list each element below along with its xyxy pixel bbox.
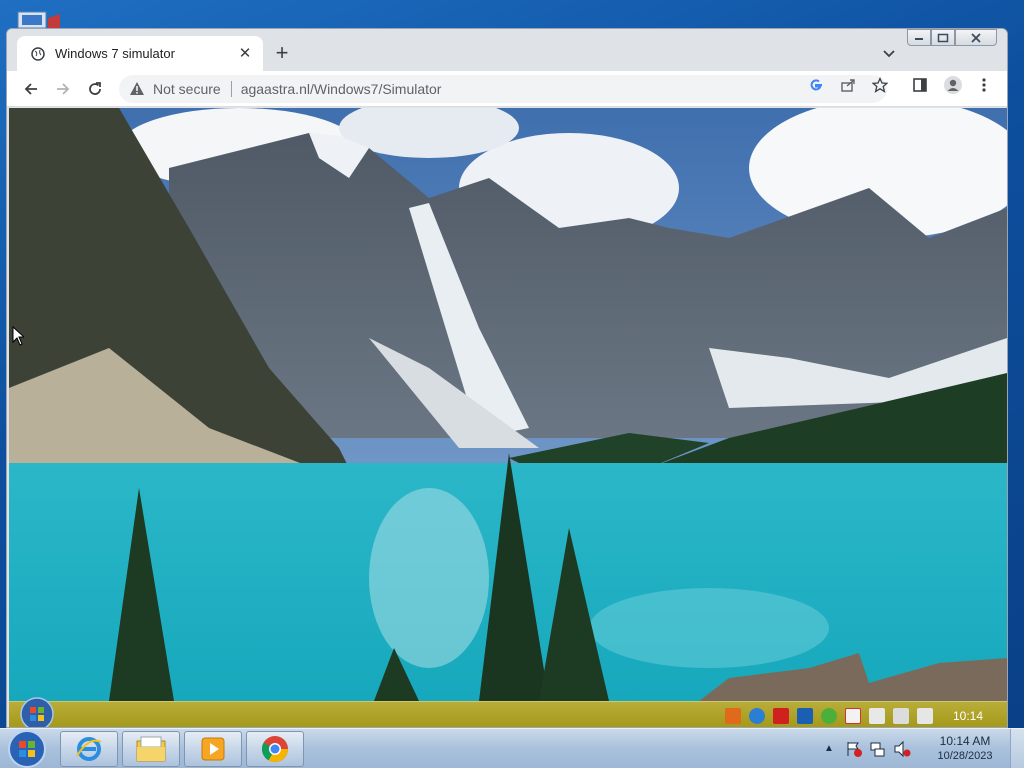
computer-desktop-icon[interactable]: [14, 8, 62, 30]
minimize-icon: [915, 37, 923, 40]
browser-window: Windows 7 simulator ✕ + Not secure agaas…: [6, 28, 1008, 728]
back-arrow-icon: [24, 83, 37, 95]
internet-explorer-icon: [76, 737, 102, 761]
media-player-icon: [201, 737, 225, 761]
start-orb-icon: [8, 730, 46, 768]
address-bar[interactable]: Not secure agaastra.nl/Windows7/Simulato…: [119, 75, 887, 103]
folder-icon: [136, 736, 166, 762]
device-icon[interactable]: [868, 708, 885, 724]
profile-icon[interactable]: [943, 75, 963, 95]
mouse-cursor-icon: [12, 326, 24, 346]
clock-time: 10:14 AM: [939, 734, 991, 748]
maximize-button[interactable]: [931, 29, 955, 46]
start-button[interactable]: [4, 729, 50, 768]
ie-icon[interactable]: [748, 708, 765, 724]
action-center-flag-icon[interactable]: [845, 740, 863, 758]
network-icon[interactable]: [869, 740, 887, 758]
taskbar-clock[interactable]: 10:14 AM 10/28/2023: [920, 734, 1010, 764]
back-button[interactable]: [19, 77, 43, 101]
flag-icon[interactable]: [844, 708, 861, 724]
show-desktop-button[interactable]: [1010, 729, 1024, 768]
not-secure-label[interactable]: Not secure: [153, 81, 221, 97]
taskbar-media-player[interactable]: [184, 731, 242, 767]
warning-icon[interactable]: [129, 81, 145, 97]
show-hidden-icons-icon[interactable]: ▲: [822, 742, 836, 756]
close-icon: [971, 32, 981, 43]
forward-button[interactable]: [51, 77, 75, 101]
browser-toolbar: Not secure agaastra.nl/Windows7/Simulato…: [7, 71, 1007, 107]
window-controls: [907, 29, 997, 47]
new-tab-button[interactable]: +: [269, 41, 295, 67]
share-icon[interactable]: [840, 77, 856, 93]
taskbar-internet-explorer[interactable]: [60, 731, 118, 767]
outlook-icon[interactable]: [796, 708, 813, 724]
tab-strip: Windows 7 simulator ✕ +: [7, 29, 1007, 71]
volume-muted-icon[interactable]: [893, 740, 911, 758]
restore-icon: [937, 33, 949, 42]
network-icon[interactable]: [892, 708, 909, 724]
close-window-button[interactable]: [955, 29, 997, 46]
system-tray: ▲ 10:14 AM 10/28/2023: [822, 729, 1024, 768]
tab-close-icon[interactable]: ✕: [237, 45, 253, 62]
shield-check-icon[interactable]: [820, 708, 837, 724]
simulator-tray: 10:14: [721, 702, 1001, 727]
clock-date: 10/28/2023: [937, 750, 993, 762]
windows-taskbar: ▲ 10:14 AM 10/28/2023: [0, 728, 1024, 768]
reload-icon: [89, 82, 101, 95]
divider: [230, 81, 232, 97]
side-panel-icon[interactable]: [912, 77, 928, 93]
simulator-start-orb-icon[interactable]: [19, 696, 55, 728]
chrome-icon: [261, 736, 289, 763]
simulator-wallpaper[interactable]: [9, 108, 1007, 701]
globe-icon: [31, 46, 45, 61]
taskbar-chrome[interactable]: [246, 731, 304, 767]
simulator-taskbar: 10:14: [9, 697, 1007, 727]
minimize-button[interactable]: [907, 29, 931, 46]
simulator-clock[interactable]: 10:14: [953, 709, 983, 723]
forward-arrow-icon: [57, 83, 70, 95]
volume-icon[interactable]: [916, 708, 933, 724]
calculator-icon[interactable]: [724, 708, 741, 724]
reload-button[interactable]: [83, 77, 107, 101]
url-text[interactable]: agaastra.nl/Windows7/Simulator: [241, 81, 887, 97]
star-icon[interactable]: [872, 77, 888, 93]
taskbar-windows-explorer[interactable]: [122, 731, 180, 767]
tab-search-chevron-icon[interactable]: [879, 43, 899, 63]
google-icon[interactable]: [808, 77, 824, 93]
pdf-icon[interactable]: [772, 708, 789, 724]
tab-windows7-simulator[interactable]: Windows 7 simulator ✕: [17, 36, 263, 71]
menu-dots-icon[interactable]: [976, 77, 992, 93]
tab-title: Windows 7 simulator: [55, 46, 175, 61]
